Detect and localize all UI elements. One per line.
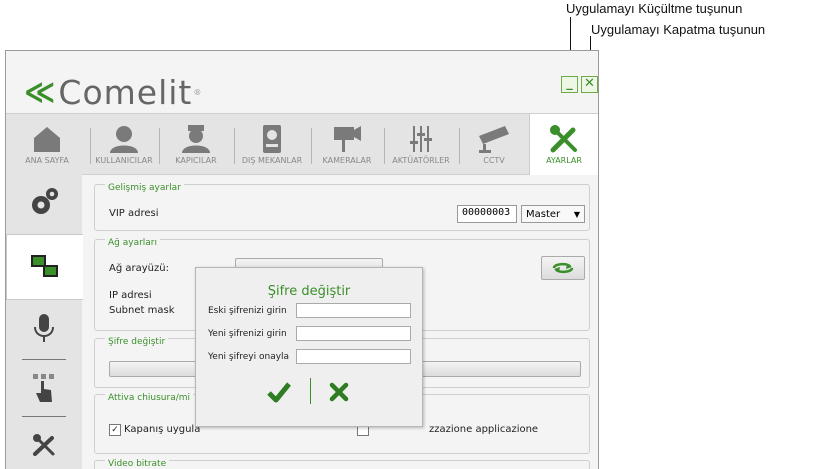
subnet-mask-label: Subnet mask bbox=[109, 305, 175, 316]
cctv-icon bbox=[479, 126, 509, 153]
tab-divider bbox=[311, 128, 312, 164]
minimize-callout: Uygulamayı Küçültme tuşunun bbox=[566, 1, 743, 16]
microphone-icon bbox=[34, 314, 54, 342]
tab-entrance-panels-label: DIŞ MEKANLAR bbox=[241, 156, 303, 165]
home-icon bbox=[34, 127, 60, 152]
confirm-password-field[interactable] bbox=[296, 349, 411, 364]
tab-settings-label: AYARLAR bbox=[546, 156, 582, 165]
new-password-field[interactable] bbox=[296, 326, 411, 341]
tab-divider bbox=[234, 128, 235, 164]
advanced-settings-group: Gelişmiş ayarlar VIP adresi 00000003 Mas… bbox=[94, 183, 590, 231]
tab-cameras[interactable]: KAMERALAR bbox=[313, 114, 381, 174]
tab-concierges-label: KAPICILAR bbox=[175, 156, 217, 165]
close-app-checkbox[interactable]: ✓ bbox=[109, 424, 121, 436]
tools-icon bbox=[550, 125, 577, 153]
tab-actuators[interactable]: AKTÜATÖRLER bbox=[386, 114, 456, 174]
tab-cctv[interactable]: CCTV bbox=[461, 114, 527, 174]
confirm-password-label: Yeni şifreyi onayla bbox=[208, 352, 290, 362]
mode-select-value: Master bbox=[526, 208, 561, 220]
tab-users-label: KULLANICILAR bbox=[95, 156, 153, 165]
change-password-dialog: Şifre değiştir Eski şifrenizi girin Yeni… bbox=[195, 267, 423, 427]
old-password-label: Eski şifrenizi girin bbox=[208, 306, 287, 316]
minimize-close-title: Attiva chiusura/mi bbox=[105, 393, 194, 403]
close-callout: Uygulamayı Kapatma tuşunun bbox=[591, 22, 766, 37]
tools-icon bbox=[33, 433, 55, 456]
registered-mark: ® bbox=[193, 88, 203, 97]
camera-icon bbox=[334, 126, 361, 152]
tab-cctv-label: CCTV bbox=[483, 156, 505, 165]
vip-address-field[interactable]: 00000003 bbox=[457, 205, 517, 223]
cancel-x-icon[interactable] bbox=[329, 382, 349, 402]
tab-home[interactable]: ANA SAYFA bbox=[6, 114, 88, 174]
tab-users[interactable]: KULLANICILAR bbox=[92, 114, 156, 174]
sidebar-item-tools[interactable] bbox=[6, 422, 82, 469]
minimize-button[interactable]: _ bbox=[561, 76, 578, 93]
ip-address-label: IP adresi bbox=[109, 290, 152, 301]
sidebar-item-general[interactable] bbox=[6, 174, 82, 229]
tab-concierges[interactable]: KAPICILAR bbox=[161, 114, 231, 174]
user-icon bbox=[110, 126, 138, 153]
sidebar-divider bbox=[22, 416, 66, 417]
dialog-title: Şifre değiştir bbox=[267, 284, 351, 299]
sidebar-item-network[interactable] bbox=[6, 234, 83, 300]
tab-cameras-label: KAMERALAR bbox=[322, 156, 372, 165]
tab-divider bbox=[459, 128, 460, 164]
network-icon bbox=[31, 255, 58, 277]
actuator-icon bbox=[410, 126, 432, 152]
logo-mark-icon: ≪ bbox=[24, 75, 57, 110]
main-tab-bar: ANA SAYFA KULLANICILAR KAPICILAR DIŞ MEK… bbox=[6, 113, 598, 175]
sidebar-item-audio[interactable] bbox=[6, 304, 82, 354]
close-app-checkbox-label: Kapanış uygula bbox=[124, 424, 201, 435]
advanced-settings-title: Gelişmiş ayarlar bbox=[105, 183, 184, 193]
sidebar-item-touch[interactable] bbox=[6, 364, 82, 412]
refresh-button[interactable] bbox=[541, 256, 585, 280]
brand-logo: ≪ Comelit ® bbox=[24, 73, 202, 112]
tab-divider bbox=[384, 128, 385, 164]
tab-entrance-panels[interactable]: DIŞ MEKANLAR bbox=[236, 114, 308, 174]
tab-settings[interactable]: AYARLAR bbox=[529, 114, 598, 175]
dialog-button-divider bbox=[310, 378, 311, 404]
mode-select[interactable]: Master ▼ bbox=[521, 205, 585, 223]
gears-icon bbox=[32, 187, 58, 214]
tab-actuators-label: AKTÜATÖRLER bbox=[392, 156, 450, 165]
new-password-label: Yeni şifrenizi girin bbox=[208, 329, 287, 339]
settings-sidebar bbox=[6, 174, 83, 469]
tab-home-label: ANA SAYFA bbox=[25, 156, 69, 165]
network-interface-label: Ağ arayüzü: bbox=[109, 263, 169, 274]
minimize-app-checkbox-label: zzazione applicazione bbox=[429, 424, 539, 435]
concierge-icon bbox=[182, 125, 210, 153]
sidebar-divider bbox=[22, 359, 66, 360]
old-password-field[interactable] bbox=[296, 303, 411, 318]
close-button[interactable]: ✕ bbox=[581, 76, 598, 93]
chevron-down-icon: ▼ bbox=[573, 209, 580, 219]
confirm-check-icon[interactable] bbox=[266, 381, 292, 403]
password-change-title: Şifre değiştir bbox=[105, 337, 169, 347]
network-settings-title: Ağ ayarları bbox=[105, 238, 161, 248]
vip-address-label: VIP adresi bbox=[109, 208, 159, 219]
entrance-panel-icon bbox=[263, 125, 281, 153]
touch-icon bbox=[33, 374, 54, 402]
tab-divider bbox=[90, 128, 91, 164]
refresh-icon bbox=[552, 262, 574, 274]
brand-name: Comelit bbox=[58, 73, 193, 112]
tab-divider bbox=[159, 128, 160, 164]
